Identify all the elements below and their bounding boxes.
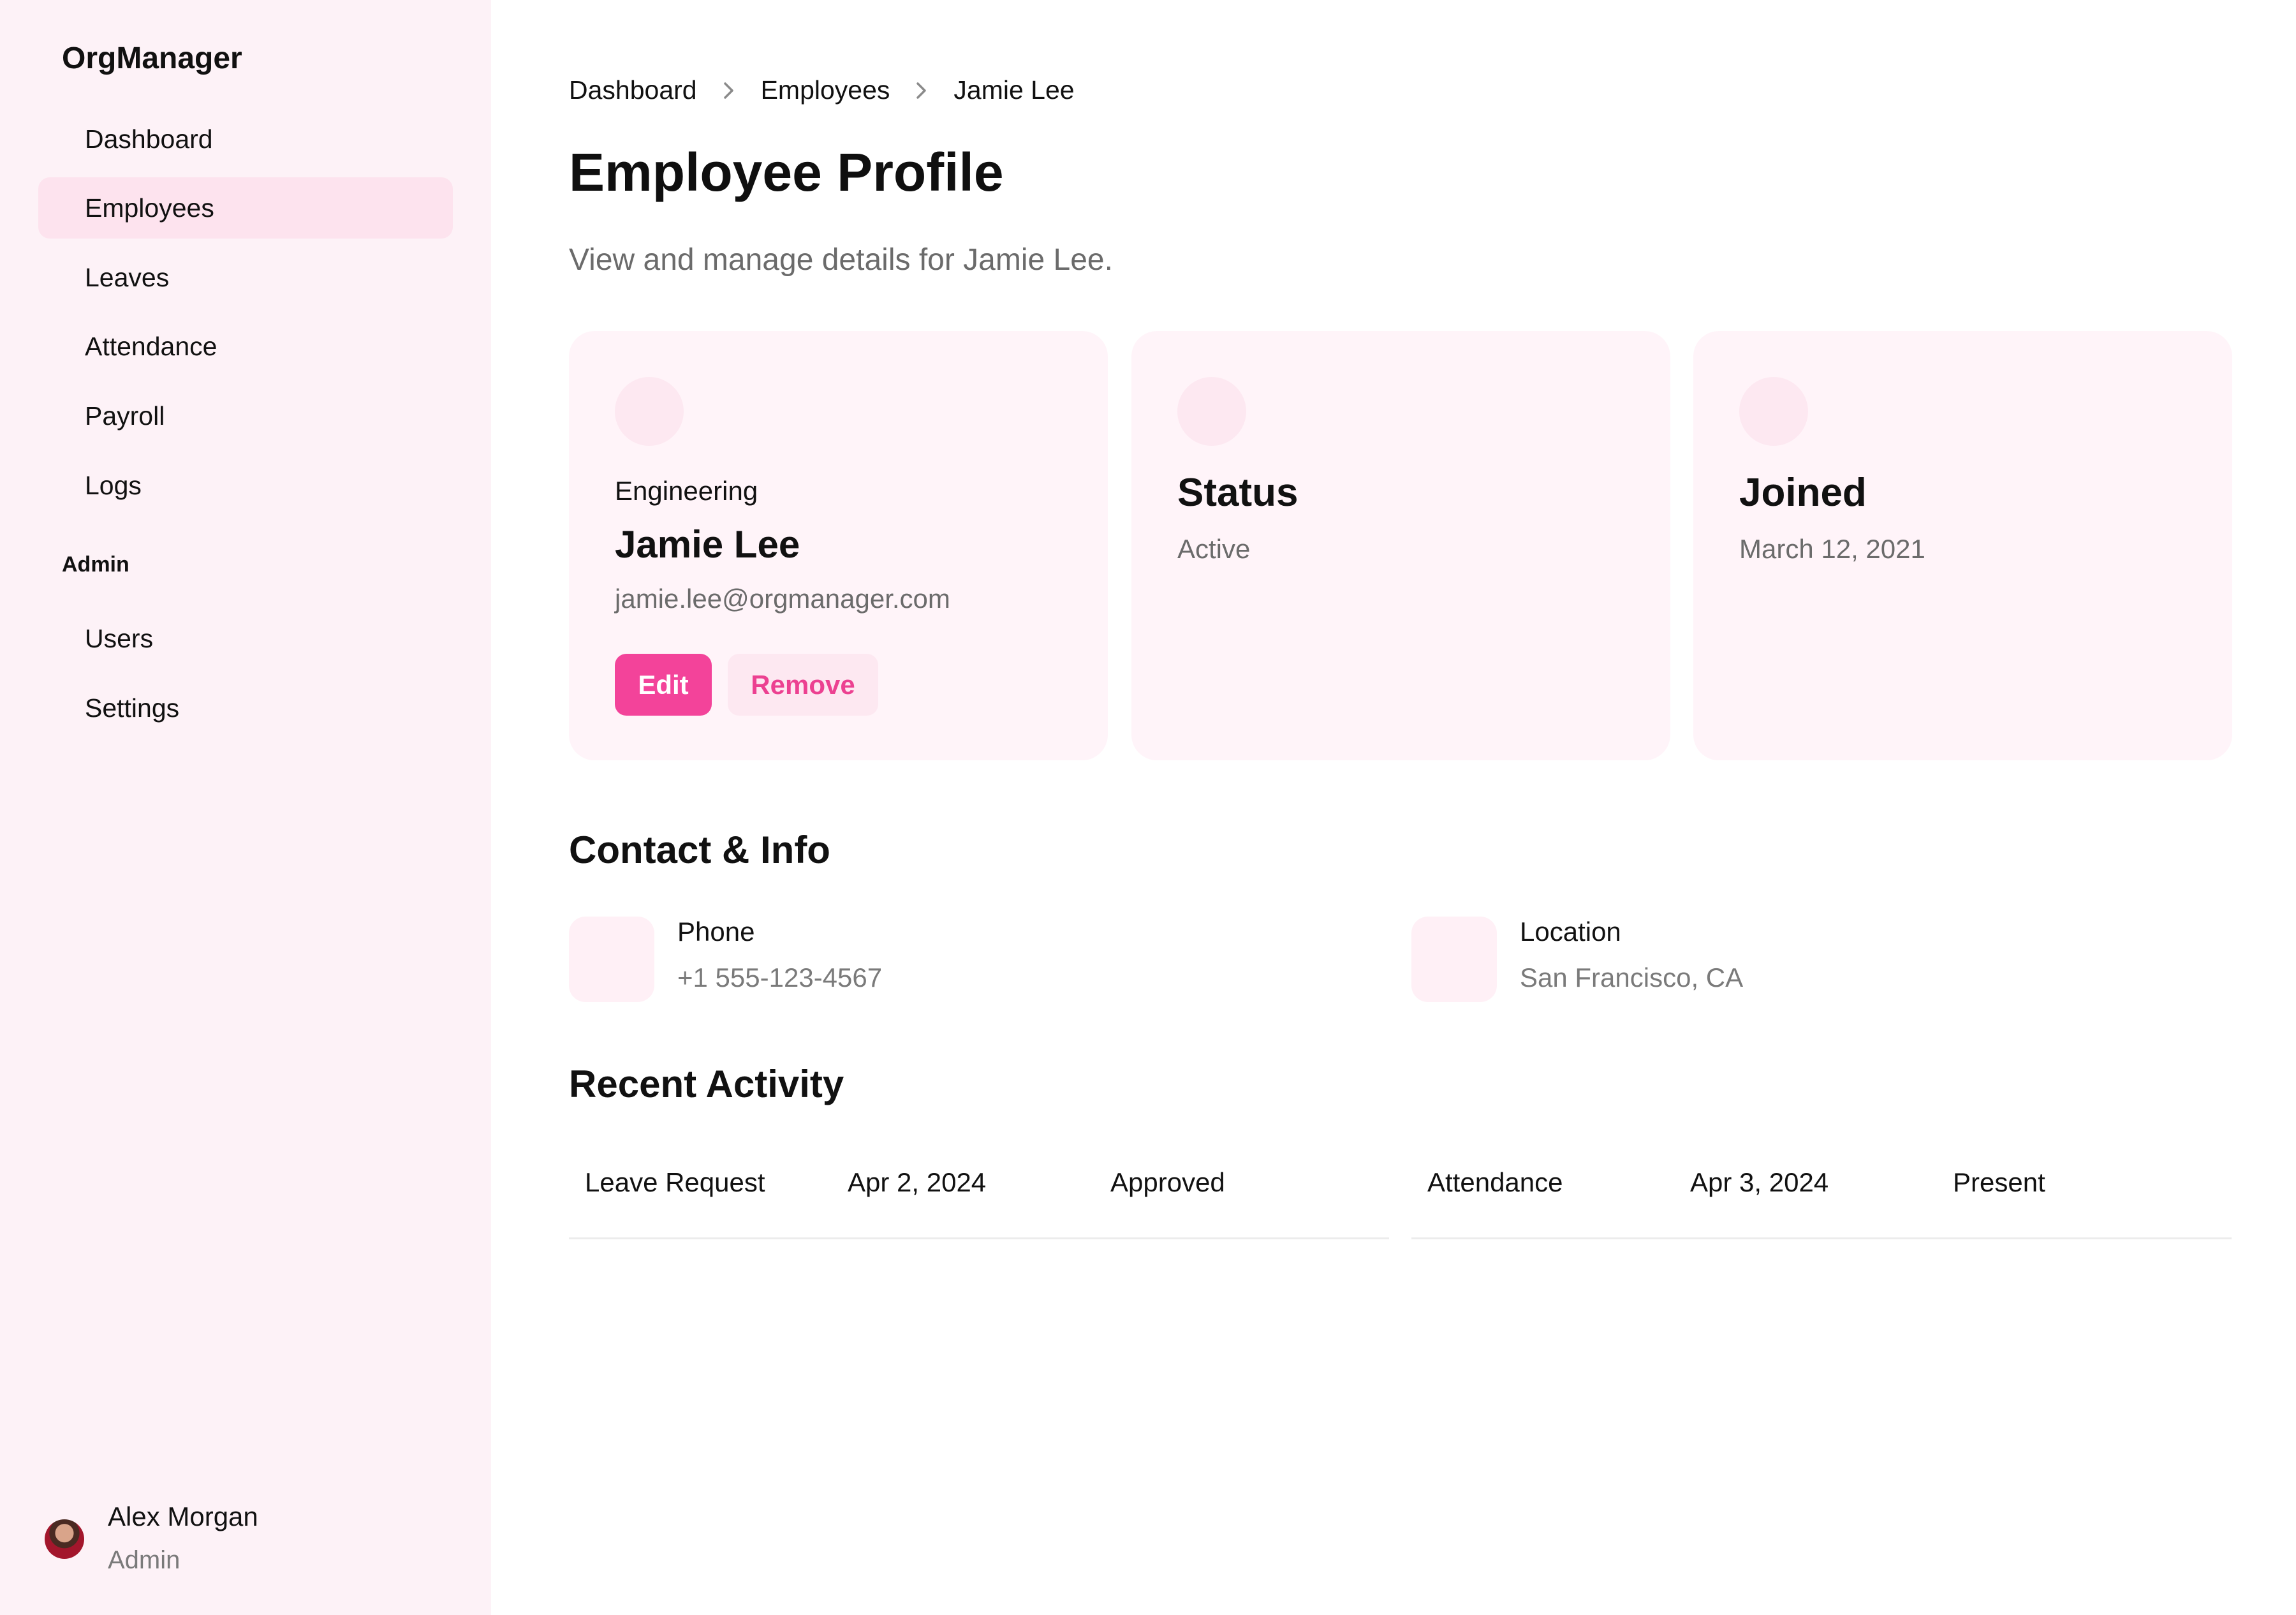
sidebar-item-label: Payroll: [85, 401, 165, 431]
sidebar-item-label: Leaves: [85, 262, 170, 292]
status-card: Status Active: [1131, 331, 1670, 760]
sidebar-item-employees[interactable]: Employees: [38, 177, 453, 239]
activity-status: Present: [1953, 1167, 2045, 1197]
joined-value: March 12, 2021: [1739, 534, 1925, 564]
contact-phone: Phone +1 555-123-4567: [569, 917, 1270, 1002]
page-title: Employee Profile: [569, 142, 1004, 202]
employee-email: jamie.lee@orgmanager.com: [615, 584, 950, 614]
current-user[interactable]: Alex Morgan Admin: [45, 1500, 427, 1589]
sidebar-item-label: Attendance: [85, 331, 217, 361]
sidebar-item-label: Employees: [85, 193, 214, 223]
avatar: [45, 1519, 84, 1559]
contact-value: San Francisco, CA: [1520, 962, 1744, 992]
chevron-right-icon: [697, 81, 761, 100]
remove-button[interactable]: Remove: [728, 654, 878, 716]
employee-name: Jamie Lee: [615, 523, 800, 566]
breadcrumb-dashboard[interactable]: Dashboard: [569, 75, 697, 105]
sidebar-item-label: Dashboard: [85, 124, 213, 154]
sidebar-item-label: Settings: [85, 693, 180, 723]
edit-button[interactable]: Edit: [615, 654, 712, 716]
status-icon-placeholder: [1177, 377, 1246, 446]
breadcrumb: Dashboard Employees Jamie Lee: [569, 75, 1075, 105]
activity-row: Leave Request Apr 2, 2024 Approved: [569, 1154, 1389, 1239]
sidebar-item-logs[interactable]: Logs: [38, 455, 453, 516]
sidebar-item-label: Logs: [85, 470, 142, 500]
joined-icon-placeholder: [1739, 377, 1808, 446]
activity-date: Apr 2, 2024: [848, 1167, 987, 1197]
contact-section-title: Contact & Info: [569, 829, 830, 871]
contact-location: Location San Francisco, CA: [1411, 917, 2113, 1002]
phone-icon: [569, 917, 654, 1002]
activity-row: Attendance Apr 3, 2024 Present: [1411, 1154, 2232, 1239]
activity-section-title: Recent Activity: [569, 1063, 844, 1105]
status-title: Status: [1177, 471, 1299, 515]
activity-date: Apr 3, 2024: [1690, 1167, 1829, 1197]
contact-label: Location: [1520, 917, 1621, 947]
sidebar-item-users[interactable]: Users: [38, 608, 453, 669]
location-icon: [1411, 917, 1497, 1002]
breadcrumb-current: Jamie Lee: [953, 75, 1075, 105]
sidebar-item-payroll[interactable]: Payroll: [38, 385, 453, 446]
status-value: Active: [1177, 534, 1251, 564]
employee-department: Engineering: [615, 476, 758, 506]
profile-avatar-placeholder: [615, 377, 684, 446]
activity-type: Attendance: [1427, 1167, 1563, 1197]
app-logo-text: OrgManager: [62, 41, 242, 75]
contact-label: Phone: [677, 917, 755, 947]
sidebar: OrgManager Dashboard Employees Leaves At…: [0, 0, 491, 1615]
profile-card: Engineering Jamie Lee jamie.lee@orgmanag…: [569, 331, 1108, 760]
page-subtitle: View and manage details for Jamie Lee.: [569, 243, 1113, 277]
sidebar-item-attendance[interactable]: Attendance: [38, 316, 453, 377]
sidebar-item-leaves[interactable]: Leaves: [38, 247, 453, 308]
sidebar-item-settings[interactable]: Settings: [38, 677, 453, 739]
user-name: Alex Morgan: [108, 1501, 258, 1531]
sidebar-item-dashboard[interactable]: Dashboard: [38, 108, 453, 170]
joined-card: Joined March 12, 2021: [1693, 331, 2232, 760]
user-role: Admin: [108, 1546, 180, 1574]
sidebar-item-label: Users: [85, 623, 154, 653]
activity-status: Approved: [1110, 1167, 1225, 1197]
chevron-right-icon: [890, 81, 953, 100]
breadcrumb-employees[interactable]: Employees: [761, 75, 890, 105]
activity-type: Leave Request: [585, 1167, 765, 1197]
joined-title: Joined: [1739, 471, 1867, 515]
sidebar-section-admin: Admin: [62, 552, 129, 577]
contact-value: +1 555-123-4567: [677, 962, 883, 992]
